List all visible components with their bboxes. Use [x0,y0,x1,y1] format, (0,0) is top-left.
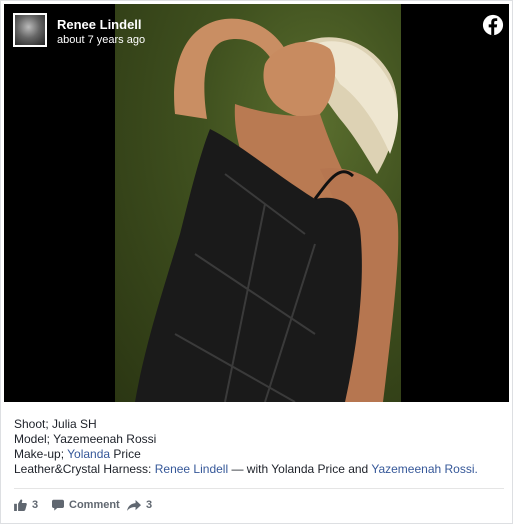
author-name[interactable]: Renee Lindell [57,18,142,32]
share-button[interactable]: 3 [127,496,152,514]
caption-line: Shoot; Julia SH [14,417,504,432]
comment-button[interactable]: Comment [52,496,120,514]
tag-link-renee-lindell[interactable]: Renee Lindell [155,462,228,476]
facebook-logo-icon[interactable] [482,14,504,36]
photo-illustration [135,18,399,402]
profile-avatar[interactable] [13,13,47,47]
like-button[interactable]: 3 [14,496,38,514]
comment-icon [52,499,64,511]
divider [14,488,504,489]
caption-text: Make-up; [14,447,68,461]
thumbs-up-icon [14,499,27,511]
likes-count: 3 [32,499,39,511]
post-photo[interactable] [115,4,401,402]
post-card: Renee Lindell about 7 years ago Shoot; J… [0,0,513,524]
caption-text: Price [110,447,141,461]
post-timestamp[interactable]: about 7 years ago [57,34,145,47]
shares-count: 3 [146,499,153,511]
post-caption: Shoot; Julia SH Model; Yazemeenah Rossi … [14,417,504,477]
share-icon [127,499,141,511]
caption-text: Shoot; Julia SH [14,417,97,431]
tag-link-yazemeenah-rossi[interactable]: Yazemeenah Rossi. [371,462,478,476]
post-header: Renee Lindell about 7 years ago [8,8,508,52]
comment-label: Comment [69,499,120,511]
caption-line: Make-up; Yolanda Price [14,447,504,462]
caption-text: Leather&Crystal Harness: [14,462,155,476]
caption-line: Model; Yazemeenah Rossi [14,432,504,447]
post-media[interactable]: Renee Lindell about 7 years ago [4,4,509,402]
caption-text: Model; Yazemeenah Rossi [14,432,157,446]
caption-line: Leather&Crystal Harness: Renee Lindell —… [14,462,504,477]
tag-link-yolanda[interactable]: Yolanda [67,447,110,461]
caption-text: — with Yolanda Price and [228,462,372,476]
